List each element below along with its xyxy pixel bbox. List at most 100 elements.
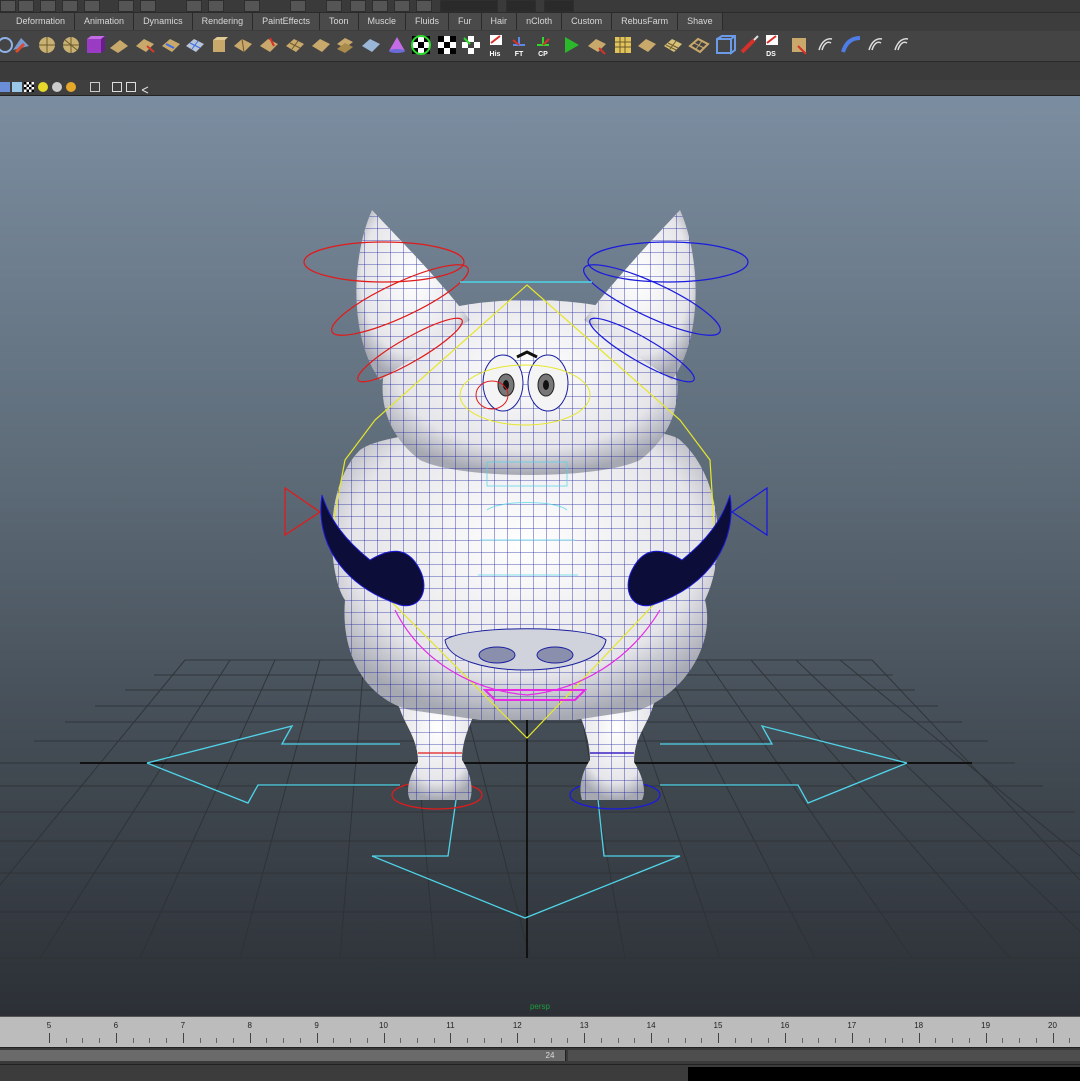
frame-tick <box>1052 1033 1054 1043</box>
status-button[interactable] <box>84 0 100 12</box>
cube-icon[interactable] <box>84 34 106 56</box>
wire-icon[interactable] <box>636 34 658 56</box>
subframe-tick <box>952 1038 954 1043</box>
status-button[interactable] <box>394 0 410 12</box>
light-icon[interactable] <box>52 82 62 92</box>
grid-icon[interactable] <box>612 34 634 56</box>
tab-toon[interactable]: Toon <box>319 13 359 30</box>
cage-icon[interactable] <box>662 34 684 56</box>
surface-icon[interactable] <box>334 34 356 56</box>
status-button[interactable] <box>62 0 78 12</box>
command-line[interactable] <box>0 1064 1080 1081</box>
status-button[interactable] <box>208 0 224 12</box>
tab-fur[interactable]: Fur <box>449 13 482 30</box>
history-icon[interactable]: His <box>484 34 506 58</box>
subframe-tick <box>768 1038 770 1043</box>
bend-icon[interactable] <box>258 34 280 56</box>
tab-dynamics[interactable]: Dynamics <box>134 13 193 30</box>
subframe-tick <box>1002 1038 1004 1043</box>
plane-icon[interactable] <box>108 34 130 56</box>
cube-shaded-icon[interactable] <box>12 82 22 92</box>
status-button[interactable] <box>40 0 56 12</box>
surface-icon[interactable] <box>360 34 382 56</box>
perspective-viewport[interactable] <box>0 96 1080 1016</box>
share-icon[interactable] <box>140 82 150 94</box>
tab-animation[interactable]: Animation <box>75 13 135 30</box>
frame-number: 14 <box>646 1021 656 1030</box>
status-button[interactable] <box>186 0 202 12</box>
status-button[interactable] <box>326 0 342 12</box>
sphere-grid-icon[interactable] <box>36 34 58 56</box>
range-controls <box>568 1050 1080 1061</box>
light-icon[interactable] <box>38 82 48 92</box>
checker-icon[interactable] <box>24 82 34 92</box>
frame-number: 15 <box>713 1021 723 1030</box>
checker-icon[interactable] <box>410 34 432 56</box>
status-button[interactable] <box>372 0 388 12</box>
tab-hair[interactable]: Hair <box>481 13 518 30</box>
camera-icon[interactable] <box>0 82 10 92</box>
lattice-icon[interactable] <box>184 34 206 56</box>
status-button[interactable] <box>416 0 432 12</box>
wireframe-icon[interactable] <box>112 82 122 92</box>
surface-icon[interactable] <box>310 34 332 56</box>
tab-ncloth[interactable]: nCloth <box>517 13 563 30</box>
subframe-tick <box>751 1038 753 1043</box>
status-button[interactable] <box>350 0 366 12</box>
tab-shave[interactable]: Shave <box>678 13 723 30</box>
center-pivot-icon[interactable]: CP <box>532 34 554 58</box>
tab-rendering[interactable]: Rendering <box>192 13 254 30</box>
freeze-transform-icon[interactable]: FT <box>508 34 530 58</box>
delete-history-icon[interactable]: DS <box>760 34 782 58</box>
tab-custom[interactable]: Custom <box>562 13 613 30</box>
isolate-icon[interactable] <box>90 82 100 92</box>
light-icon[interactable] <box>66 82 76 92</box>
subframe-tick <box>818 1038 820 1043</box>
mesh-icon[interactable] <box>586 34 608 56</box>
tab-fluids[interactable]: Fluids <box>406 13 450 30</box>
hair-icon[interactable] <box>814 34 836 56</box>
deformer-icon[interactable] <box>160 34 182 56</box>
status-field[interactable] <box>506 0 536 12</box>
sphere-grid-icon[interactable] <box>60 34 82 56</box>
subframe-tick <box>634 1038 636 1043</box>
status-field[interactable] <box>440 0 498 12</box>
patch-icon[interactable] <box>232 34 254 56</box>
save-icon[interactable] <box>788 34 810 56</box>
shave-icon[interactable] <box>840 34 862 56</box>
status-button[interactable] <box>140 0 156 12</box>
skin-icon[interactable] <box>134 34 156 56</box>
subframe-tick <box>283 1038 285 1043</box>
comb-icon[interactable] <box>864 34 886 56</box>
status-button[interactable] <box>244 0 260 12</box>
status-button[interactable] <box>118 0 134 12</box>
tab-rebusfarm[interactable]: RebusFarm <box>612 13 679 30</box>
subframe-tick <box>1035 1038 1037 1043</box>
right-side-control[interactable] <box>730 486 768 537</box>
checker-cursor-icon[interactable] <box>460 34 482 56</box>
surface-icon[interactable] <box>284 34 306 56</box>
current-frame-field[interactable]: 24 <box>536 1050 564 1061</box>
paint-icon[interactable] <box>738 34 760 56</box>
range-slider[interactable]: 24 <box>0 1047 1080 1064</box>
cage-icon[interactable] <box>688 34 710 56</box>
wireframe-icon[interactable] <box>126 82 136 92</box>
sphere-icon[interactable] <box>10 34 32 56</box>
box-icon[interactable] <box>208 34 230 56</box>
play-icon[interactable] <box>560 34 582 56</box>
tab-deformation[interactable]: Deformation <box>0 13 76 30</box>
cage-icon[interactable] <box>714 34 736 56</box>
cone-icon[interactable] <box>386 34 408 56</box>
comb-icon[interactable] <box>890 34 912 56</box>
left-side-control[interactable] <box>284 486 322 537</box>
tab-painteffects[interactable]: PaintEffects <box>253 13 320 30</box>
range-bar[interactable] <box>0 1050 566 1061</box>
checker-icon[interactable] <box>436 34 458 56</box>
subframe-tick <box>132 1038 134 1043</box>
status-button[interactable] <box>0 0 16 12</box>
status-field[interactable] <box>544 0 574 12</box>
tab-muscle[interactable]: Muscle <box>358 13 407 30</box>
status-button[interactable] <box>290 0 306 12</box>
time-slider[interactable]: 5 6 7 8 9 10 11 12 13 14 15 16 17 18 19 20 <box>0 1016 1080 1047</box>
status-button[interactable] <box>18 0 34 12</box>
